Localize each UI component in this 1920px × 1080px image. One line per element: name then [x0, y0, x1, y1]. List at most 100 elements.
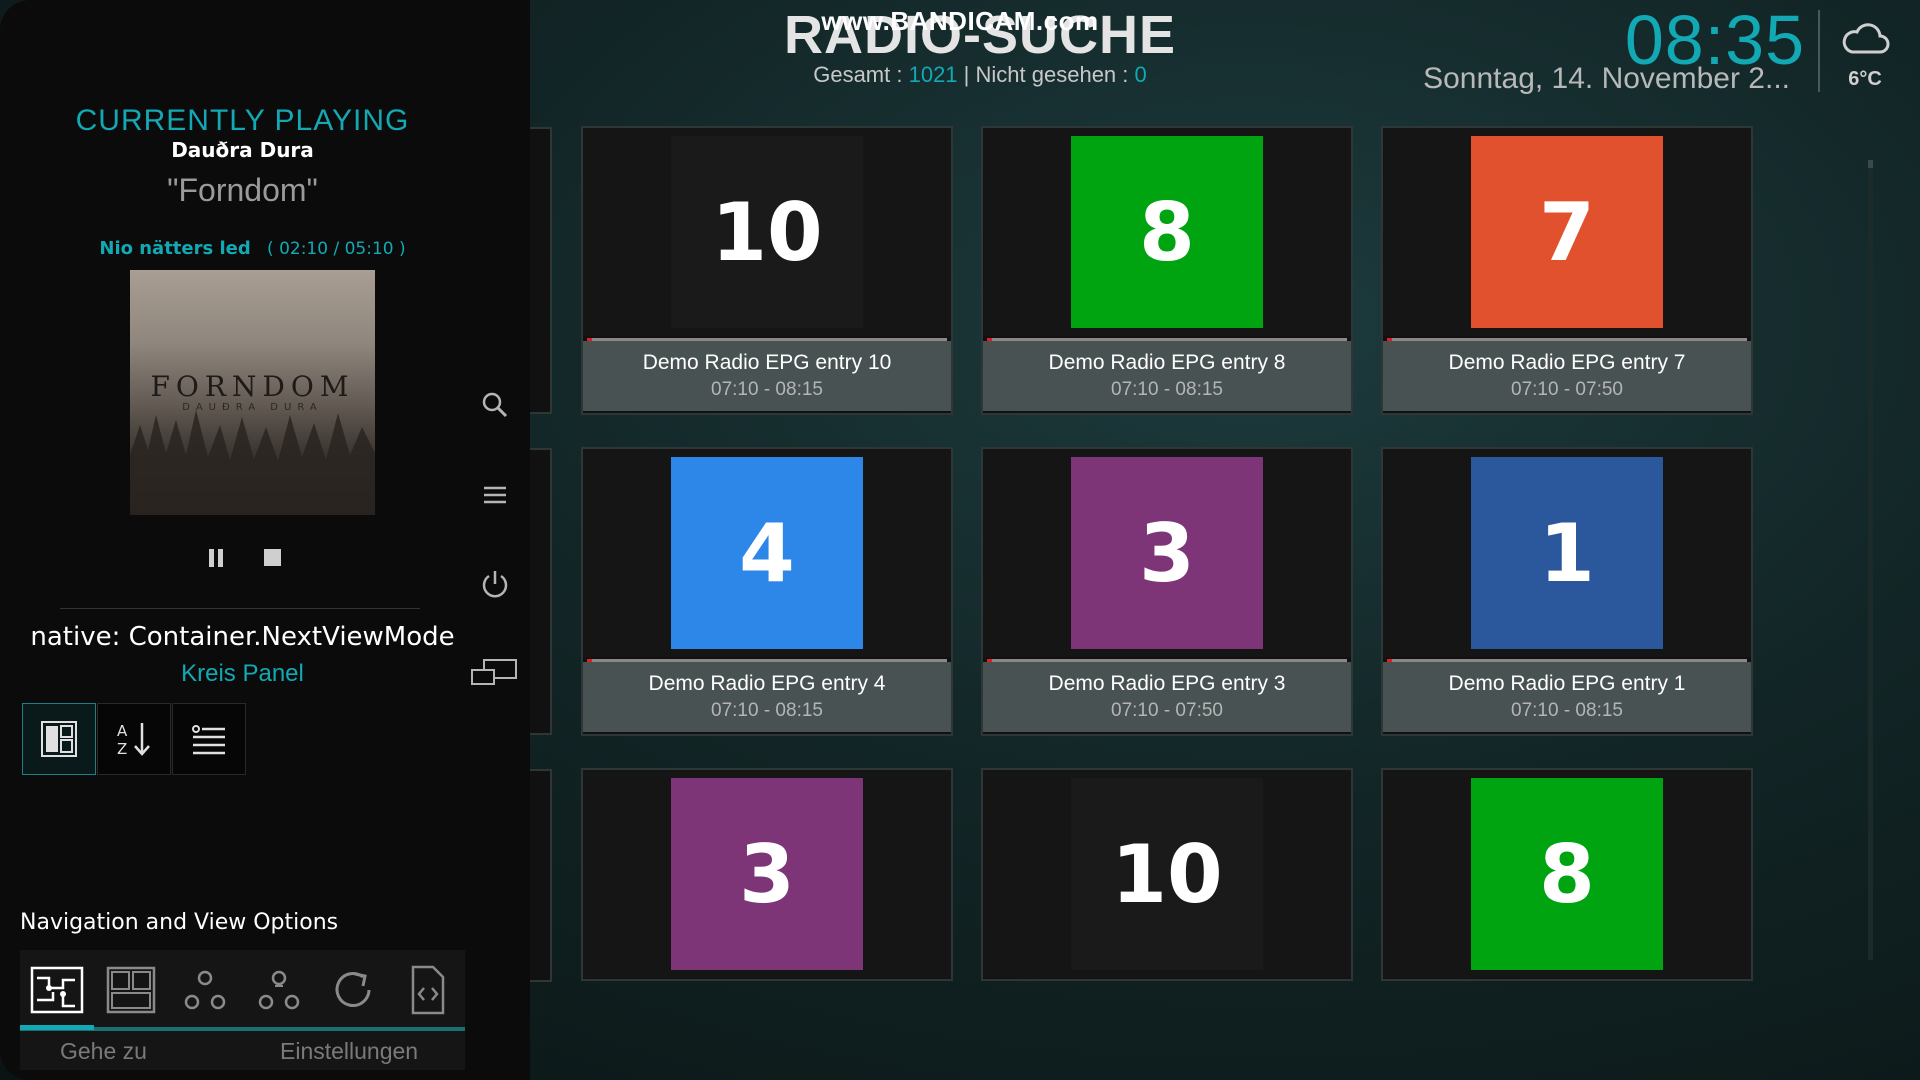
- card-thumbnail: 8: [983, 128, 1351, 336]
- partial-card-left[interactable]: [530, 127, 552, 414]
- forest-graphic: [130, 410, 375, 515]
- channel-logo: 1: [1471, 457, 1663, 649]
- group-icon: [184, 970, 226, 1010]
- channel-logo: 7: [1471, 136, 1663, 328]
- navigation-title: Navigation and View Options: [20, 910, 339, 935]
- card-info: Demo Radio EPG entry 8 07:10 - 08:15: [983, 341, 1351, 411]
- power-icon[interactable]: [478, 567, 512, 601]
- now-playing-album: "Forndom": [167, 172, 318, 208]
- card-title: Demo Radio EPG entry 1: [1448, 672, 1686, 695]
- channel-logo: 8: [1471, 778, 1663, 970]
- track-title: Nio nätters led: [99, 238, 251, 259]
- card-thumbnail: 7: [1383, 128, 1751, 336]
- settings-label[interactable]: Einstellungen: [280, 1038, 418, 1065]
- channel-card[interactable]: 10 Demo Radio EPG entry 10 07:10 - 08:15: [581, 126, 953, 415]
- nav-active-indicator: [20, 1025, 94, 1030]
- card-info: Demo Radio EPG entry 10 07:10 - 08:15: [583, 341, 951, 411]
- channel-card[interactable]: 7 Demo Radio EPG entry 7 07:10 - 07:50: [1381, 126, 1753, 415]
- temperature: 6°C: [1848, 68, 1882, 90]
- card-thumbnail: 4: [583, 449, 951, 657]
- stop-icon[interactable]: [264, 549, 281, 566]
- nav-button-group[interactable]: [175, 960, 235, 1020]
- card-thumbnail: 8: [1383, 770, 1751, 978]
- card-thumbnail: 1: [1383, 449, 1751, 657]
- view-mode-button[interactable]: [22, 703, 96, 775]
- counter-separator: |: [963, 62, 970, 87]
- svg-text:Z: Z: [117, 740, 127, 758]
- card-title: Demo Radio EPG entry 8: [1048, 351, 1286, 374]
- card-time: 07:10 - 08:15: [1111, 379, 1223, 400]
- now-playing-heading: CURRENTLY PLAYING: [75, 104, 410, 137]
- card-title: Demo Radio EPG entry 3: [1048, 672, 1286, 695]
- nav-button-panel[interactable]: [101, 960, 161, 1020]
- nav-button-refresh[interactable]: [323, 960, 383, 1020]
- card-title: Demo Radio EPG entry 7: [1448, 351, 1686, 374]
- menu-icon[interactable]: [478, 478, 512, 512]
- card-thumbnail: 3: [583, 770, 951, 978]
- svg-text:A: A: [117, 722, 128, 740]
- list-options-button[interactable]: [172, 703, 246, 775]
- card-time: 07:10 - 08:15: [1511, 700, 1623, 721]
- group-alt-icon: [258, 970, 300, 1010]
- card-info: Demo Radio EPG entry 4 07:10 - 08:15: [583, 662, 951, 732]
- channel-logo: 10: [671, 136, 863, 328]
- channel-card[interactable]: 1 Demo Radio EPG entry 1 07:10 - 08:15: [1381, 447, 1753, 736]
- card-info: Demo Radio EPG entry 7 07:10 - 07:50: [1383, 341, 1751, 411]
- channel-card[interactable]: 8: [1381, 768, 1753, 981]
- layout-icon: [41, 721, 77, 757]
- album-art: FORNDOM DAUÐRA DURA: [130, 270, 375, 515]
- card-time: 07:10 - 08:15: [711, 700, 823, 721]
- channel-card[interactable]: 8 Demo Radio EPG entry 8 07:10 - 08:15: [981, 126, 1353, 415]
- view-mode-value: Kreis Panel: [181, 660, 304, 687]
- card-thumbnail: 3: [983, 449, 1351, 657]
- channel-logo: 4: [671, 457, 863, 649]
- card-info: Demo Radio EPG entry 3 07:10 - 07:50: [983, 662, 1351, 732]
- card-title: Demo Radio EPG entry 4: [648, 672, 886, 695]
- unseen-value: 0: [1134, 62, 1147, 87]
- goto-label[interactable]: Gehe zu: [60, 1038, 147, 1065]
- code-file-icon: [411, 965, 445, 1015]
- total-value: 1021: [908, 62, 958, 87]
- search-icon[interactable]: [478, 388, 512, 422]
- sort-button[interactable]: A Z: [97, 703, 171, 775]
- now-playing-track: Nio nätters led ( 02:10 / 05:10 ): [40, 238, 465, 259]
- card-title: Demo Radio EPG entry 10: [642, 351, 892, 374]
- partial-card-left[interactable]: [530, 769, 552, 982]
- channel-card[interactable]: 10: [981, 768, 1353, 981]
- watermark: www.BANDICAM.com: [821, 6, 1099, 36]
- date: Sonntag, 14. November 2...: [1423, 62, 1790, 95]
- card-thumbnail: 10: [583, 128, 951, 336]
- channel-card[interactable]: 3: [581, 768, 953, 981]
- list-icon: [192, 725, 225, 755]
- track-time: ( 02:10 / 05:10 ): [267, 239, 406, 259]
- channel-logo: 8: [1071, 136, 1263, 328]
- card-time: 07:10 - 08:15: [711, 379, 823, 400]
- partial-card-left[interactable]: [530, 448, 552, 735]
- cloud-icon: [1842, 23, 1890, 54]
- nav-map-icon: [30, 966, 84, 1014]
- channel-logo: 3: [671, 778, 863, 970]
- screens-icon[interactable]: [468, 656, 520, 690]
- card-time: 07:10 - 07:50: [1111, 700, 1223, 721]
- card-thumbnail: 10: [983, 770, 1351, 978]
- pause-icon[interactable]: [206, 548, 226, 568]
- channel-card[interactable]: 4 Demo Radio EPG entry 4 07:10 - 08:15: [581, 447, 953, 736]
- scrollbar-thumb[interactable]: [1868, 160, 1873, 168]
- nav-button-code[interactable]: [397, 960, 457, 1020]
- now-playing-artist: Dauðra Dura: [171, 138, 314, 162]
- scrollbar[interactable]: [1868, 160, 1873, 960]
- nav-panel-icon: [106, 966, 156, 1014]
- view-mode-name: native: Container.NextViewMode: [30, 622, 455, 652]
- unseen-label: Nicht gesehen :: [975, 62, 1129, 87]
- channel-card[interactable]: 3 Demo Radio EPG entry 3 07:10 - 07:50: [981, 447, 1353, 736]
- channel-logo: 10: [1071, 778, 1263, 970]
- sort-az-icon: A Z: [117, 722, 150, 758]
- total-label: Gesamt :: [813, 62, 903, 87]
- nav-button-map[interactable]: [27, 960, 87, 1020]
- nav-button-group-alt[interactable]: [249, 960, 309, 1020]
- refresh-icon: [335, 972, 371, 1007]
- divider: [60, 608, 420, 609]
- card-info: Demo Radio EPG entry 1 07:10 - 08:15: [1383, 662, 1751, 732]
- card-time: 07:10 - 07:50: [1511, 379, 1623, 400]
- item-counters: Gesamt : 1021 | Nicht gesehen : 0: [700, 62, 1260, 88]
